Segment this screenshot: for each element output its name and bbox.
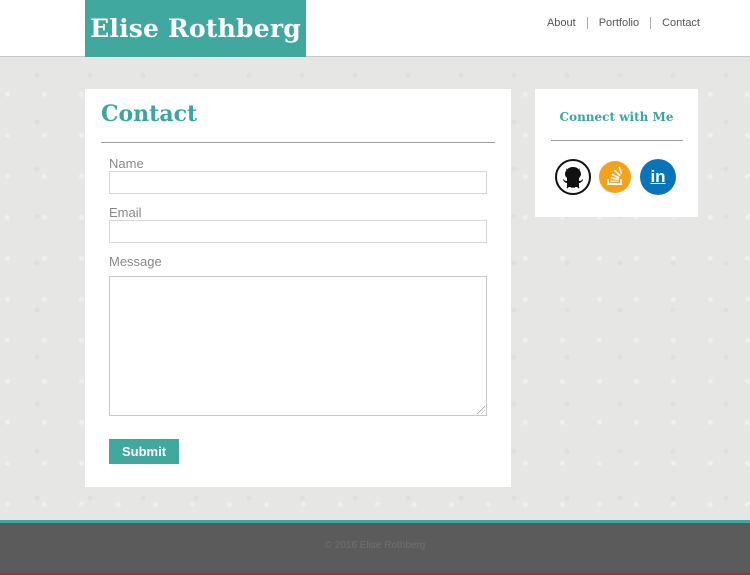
connect-title: Connect with Me: [559, 110, 674, 124]
stackoverflow-icon[interactable]: [599, 161, 631, 193]
nav-about-link[interactable]: About: [536, 17, 587, 29]
email-field[interactable]: [109, 220, 487, 243]
message-textarea[interactable]: [109, 276, 487, 416]
email-label: Email: [109, 205, 142, 220]
page-title: Contact: [101, 101, 198, 127]
message-label: Message: [109, 254, 162, 269]
linkedin-icon[interactable]: in: [640, 159, 676, 195]
github-icon[interactable]: [555, 159, 591, 195]
resize-handle-icon[interactable]: [477, 406, 485, 414]
name-label: Name: [109, 156, 144, 171]
nav-contact-link[interactable]: Contact: [651, 17, 700, 29]
site-brand[interactable]: Elise Rothberg: [85, 0, 306, 57]
main-nav: About Portfolio Contact: [536, 17, 700, 29]
site-header: Elise Rothberg About Portfolio Contact: [0, 0, 750, 57]
nav-portfolio-link[interactable]: Portfolio: [588, 17, 650, 29]
site-footer: © 2016 Elise Rothberg: [0, 520, 750, 575]
connect-card: Connect with Me in: [535, 89, 698, 217]
connect-divider: [551, 140, 683, 141]
copyright-text: © 2016 Elise Rothberg: [324, 540, 426, 551]
submit-button[interactable]: Submit: [109, 439, 179, 464]
name-field[interactable]: [109, 171, 487, 194]
title-divider: [101, 142, 495, 143]
contact-card: Contact Name Email Message Submit: [85, 89, 511, 487]
